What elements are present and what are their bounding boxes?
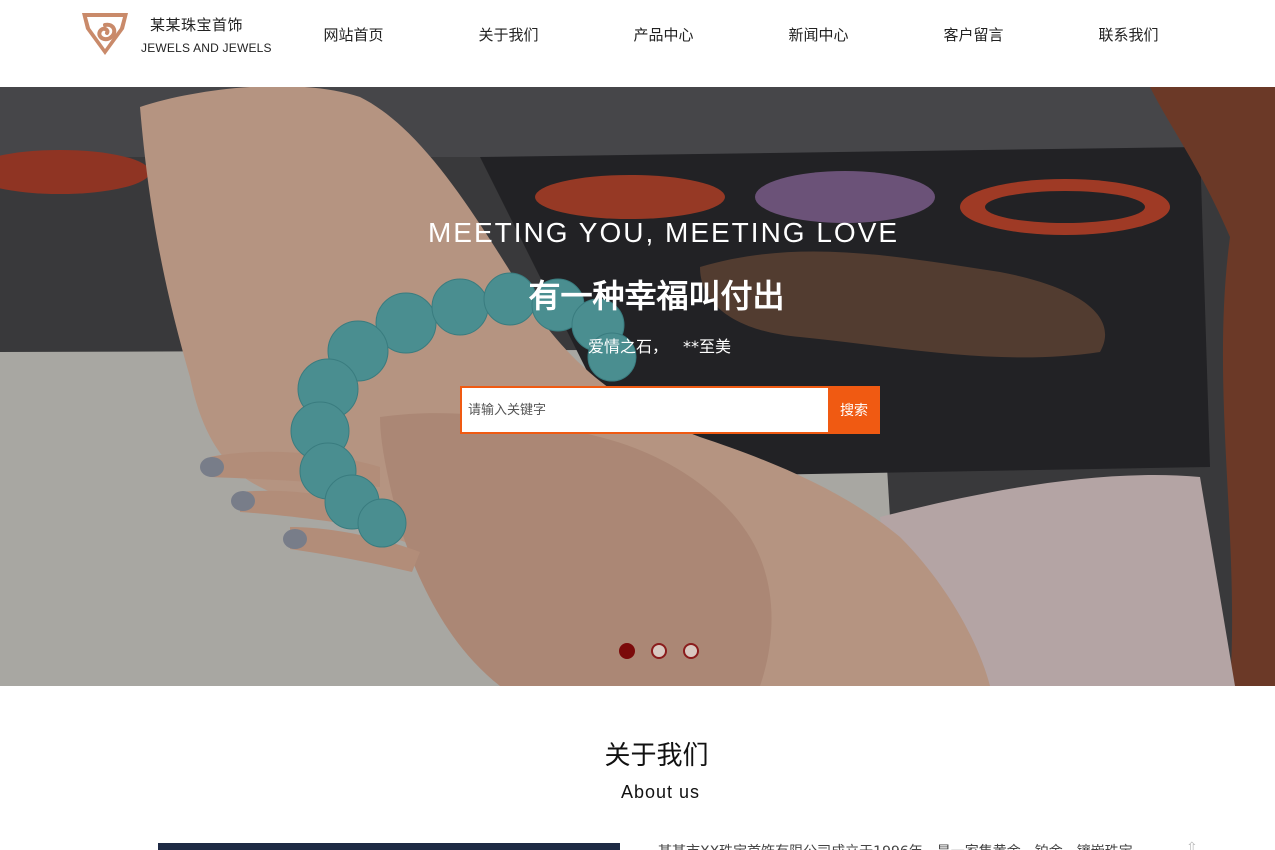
logo-chinese-name: 某某珠宝首饰 [150, 16, 244, 34]
nav-item-messages[interactable]: 客户留言 [896, 0, 1051, 70]
nav-item-contact[interactable]: 联系我们 [1051, 0, 1206, 70]
hero-banner[interactable]: MEETING YOU, MEETING LOVE 有一种幸福叫付出 爱情之石，… [0, 87, 1275, 686]
nav-item-about[interactable]: 关于我们 [431, 0, 586, 70]
about-intro-text: 某某市XX珠宝首饰有限公司成立于1996年，是一家集黄金、铂金、镶嵌珠宝 [658, 842, 1178, 850]
slider-dots [619, 643, 699, 659]
logo[interactable]: 某某珠宝首饰 JEWELS AND JEWELS [78, 7, 278, 59]
search-button[interactable]: 搜索 [828, 386, 880, 434]
about-section-subtitle: About us [620, 782, 701, 802]
banner-subline: 爱情之石， **至美 [587, 337, 732, 356]
slider-dot-1[interactable] [619, 643, 635, 659]
about-section-title: 关于我们 [604, 741, 709, 771]
slider-dot-3[interactable] [683, 643, 699, 659]
logo-english-name: JEWELS AND JEWELS [141, 41, 272, 55]
scroll-top-icon[interactable]: ⇧ [1186, 840, 1200, 850]
nav-item-products[interactable]: 产品中心 [586, 0, 741, 70]
banner-headline-en: MEETING YOU, MEETING LOVE [427, 217, 900, 248]
nav-item-news[interactable]: 新闻中心 [741, 0, 896, 70]
about-image [158, 843, 620, 850]
main-nav: 网站首页 关于我们 产品中心 新闻中心 客户留言 联系我们 [276, 0, 1206, 70]
banner-headline-cn: 有一种幸福叫付出 [528, 277, 785, 315]
site-header: 某某珠宝首饰 JEWELS AND JEWELS 网站首页 关于我们 产品中心 … [0, 0, 1275, 87]
logo-icon [82, 13, 128, 55]
nav-item-home[interactable]: 网站首页 [276, 0, 431, 70]
search-bar: 搜索 [460, 386, 880, 434]
slider-dot-2[interactable] [651, 643, 667, 659]
search-input[interactable] [460, 386, 828, 434]
